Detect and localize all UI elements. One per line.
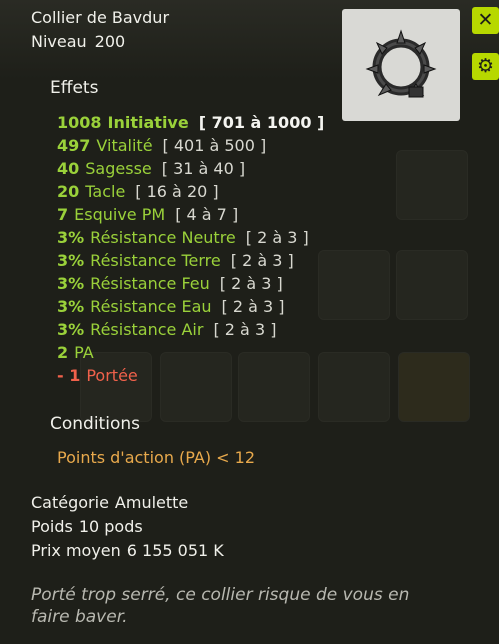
effect-value: 7 xyxy=(57,205,69,224)
effect-label: Vitalité xyxy=(96,136,153,155)
weight-value: 10 pods xyxy=(78,517,143,536)
effect-value: 3% xyxy=(57,320,85,339)
category-label: Catégorie xyxy=(31,493,109,512)
settings-button[interactable]: ⚙ xyxy=(472,53,499,80)
gear-icon: ⚙ xyxy=(476,55,495,77)
close-icon: ✕ xyxy=(477,9,494,31)
effect-value: 20 xyxy=(57,182,80,201)
weight-label: Poids xyxy=(31,517,73,536)
effect-value: 1008 xyxy=(57,113,102,132)
price-row: Prix moyen 6 155 051 K xyxy=(31,541,224,560)
effect-label: Résistance Feu xyxy=(90,274,210,293)
effect-range: [ 4 à 7 ] xyxy=(175,205,239,224)
effect-value: - 1 xyxy=(57,366,81,385)
effect-value: 3% xyxy=(57,274,85,293)
effect-label: Initiative xyxy=(107,113,189,132)
item-tooltip: Collier de Bavdur Niveau 200 Effets 1008 I… xyxy=(0,0,467,644)
effect-value: 40 xyxy=(57,159,80,178)
item-image xyxy=(342,9,460,121)
effect-label: Sagesse xyxy=(85,159,152,178)
effects-list: 1008 Initiative [ 701 à 1000 ] 497 Vitalité [… xyxy=(57,111,324,387)
effect-row: 40 Sagesse [ 31 à 40 ] xyxy=(57,157,324,180)
effect-label: Résistance Neutre xyxy=(90,228,236,247)
effects-title: Effets xyxy=(50,78,99,98)
level-value: 200 xyxy=(94,32,126,51)
effect-label: Résistance Eau xyxy=(90,297,212,316)
effect-row: 3% Résistance Terre [ 2 à 3 ] xyxy=(57,249,324,272)
effect-label: Tacle xyxy=(85,182,126,201)
effect-row: 2 PA xyxy=(57,341,324,364)
category-row: Catégorie Amulette xyxy=(31,493,188,512)
effect-row: 497 Vitalité [ 401 à 500 ] xyxy=(57,134,324,157)
level-label: Niveau xyxy=(31,32,87,51)
effect-row: 3% Résistance Air [ 2 à 3 ] xyxy=(57,318,324,341)
effect-value: 3% xyxy=(57,251,85,270)
price-label: Prix moyen xyxy=(31,541,121,560)
effect-range: [ 2 à 3 ] xyxy=(245,228,309,247)
effect-range: [ 2 à 3 ] xyxy=(221,297,285,316)
effect-label: Résistance Terre xyxy=(90,251,221,270)
weight-row: Poids 10 pods xyxy=(31,517,143,536)
effect-range: [ 31 à 40 ] xyxy=(161,159,246,178)
effect-row: 3% Résistance Feu [ 2 à 3 ] xyxy=(57,272,324,295)
effect-range: [ 701 à 1000 ] xyxy=(198,113,325,132)
effect-value: 2 xyxy=(57,343,69,362)
effect-row: 3% Résistance Neutre [ 2 à 3 ] xyxy=(57,226,324,249)
item-description: Porté trop serré, ce collier risque de v… xyxy=(31,585,410,627)
effect-row: 3% Résistance Eau [ 2 à 3 ] xyxy=(57,295,324,318)
effect-value: 497 xyxy=(57,136,91,155)
effect-row: - 1 Portée xyxy=(57,364,324,387)
spiked-collar-icon xyxy=(365,29,437,98)
conditions-title: Conditions xyxy=(50,414,140,434)
effect-label: PA xyxy=(74,343,94,362)
effect-range: [ 2 à 3 ] xyxy=(219,274,283,293)
effect-range: [ 401 à 500 ] xyxy=(162,136,267,155)
item-level: Niveau 200 xyxy=(31,32,125,51)
item-name: Collier de Bavdur xyxy=(31,8,170,27)
effect-value: 3% xyxy=(57,228,85,247)
effect-range: [ 16 à 20 ] xyxy=(135,182,219,201)
effect-range: [ 2 à 3 ] xyxy=(230,251,294,270)
effect-row: 7 Esquive PM [ 4 à 7 ] xyxy=(57,203,324,226)
effect-value: 3% xyxy=(57,297,85,316)
effect-row: 1008 Initiative [ 701 à 1000 ] xyxy=(57,111,324,134)
effect-row: 20 Tacle [ 16 à 20 ] xyxy=(57,180,324,203)
category-value: Amulette xyxy=(114,493,189,512)
effect-range: [ 2 à 3 ] xyxy=(213,320,277,339)
effect-label: Portée xyxy=(86,366,138,385)
effect-label: Résistance Air xyxy=(90,320,204,339)
close-button[interactable]: ✕ xyxy=(472,7,499,34)
price-value: 6 155 051 K xyxy=(126,541,224,560)
effect-label: Esquive PM xyxy=(74,205,166,224)
condition-item: Points d'action (PA) < 12 xyxy=(57,448,256,467)
